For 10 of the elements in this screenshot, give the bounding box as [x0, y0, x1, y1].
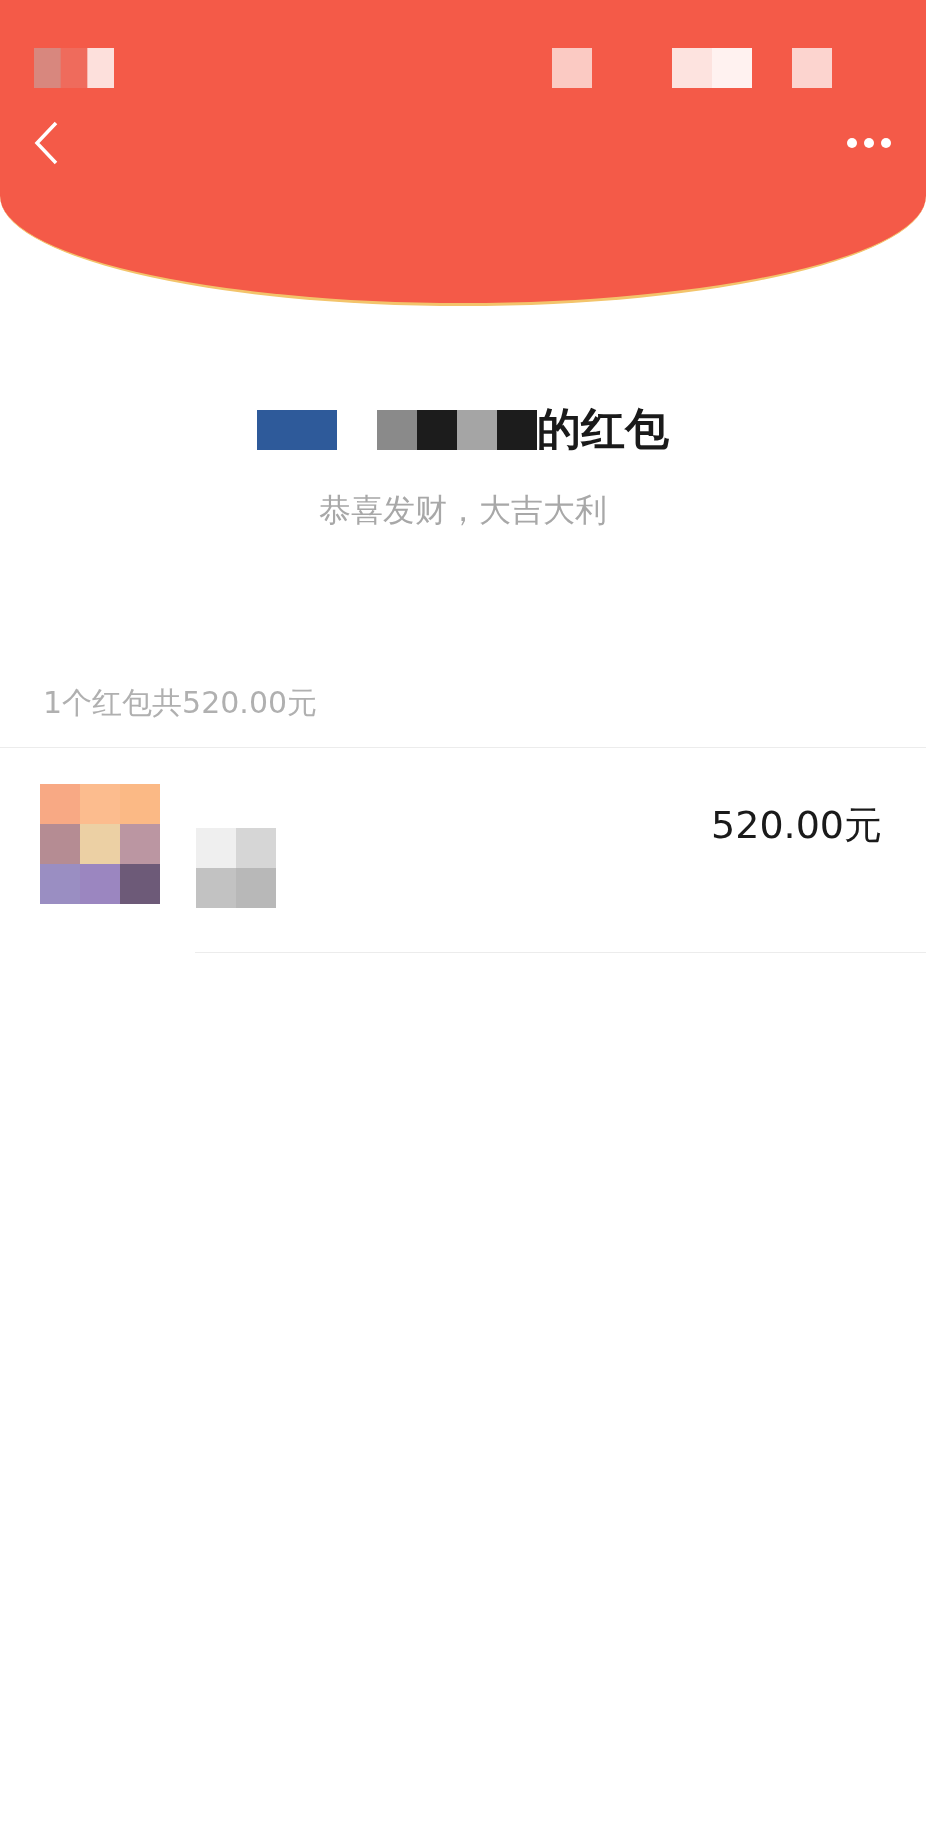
more-icon[interactable] — [846, 137, 892, 149]
pixelated-status-icon — [792, 48, 832, 88]
packet-title: 的红包 — [537, 402, 669, 456]
back-icon[interactable] — [34, 121, 58, 165]
pixelated-status-icon — [672, 48, 752, 88]
pixelated-status-icon — [34, 48, 114, 88]
amount-text: 520.00元 — [711, 802, 882, 849]
pixelated-status-icon — [552, 48, 592, 88]
summary-text: 1个红包共520.00元 — [43, 685, 318, 720]
greeting-text: 恭喜发财，大吉大利 — [319, 491, 607, 529]
